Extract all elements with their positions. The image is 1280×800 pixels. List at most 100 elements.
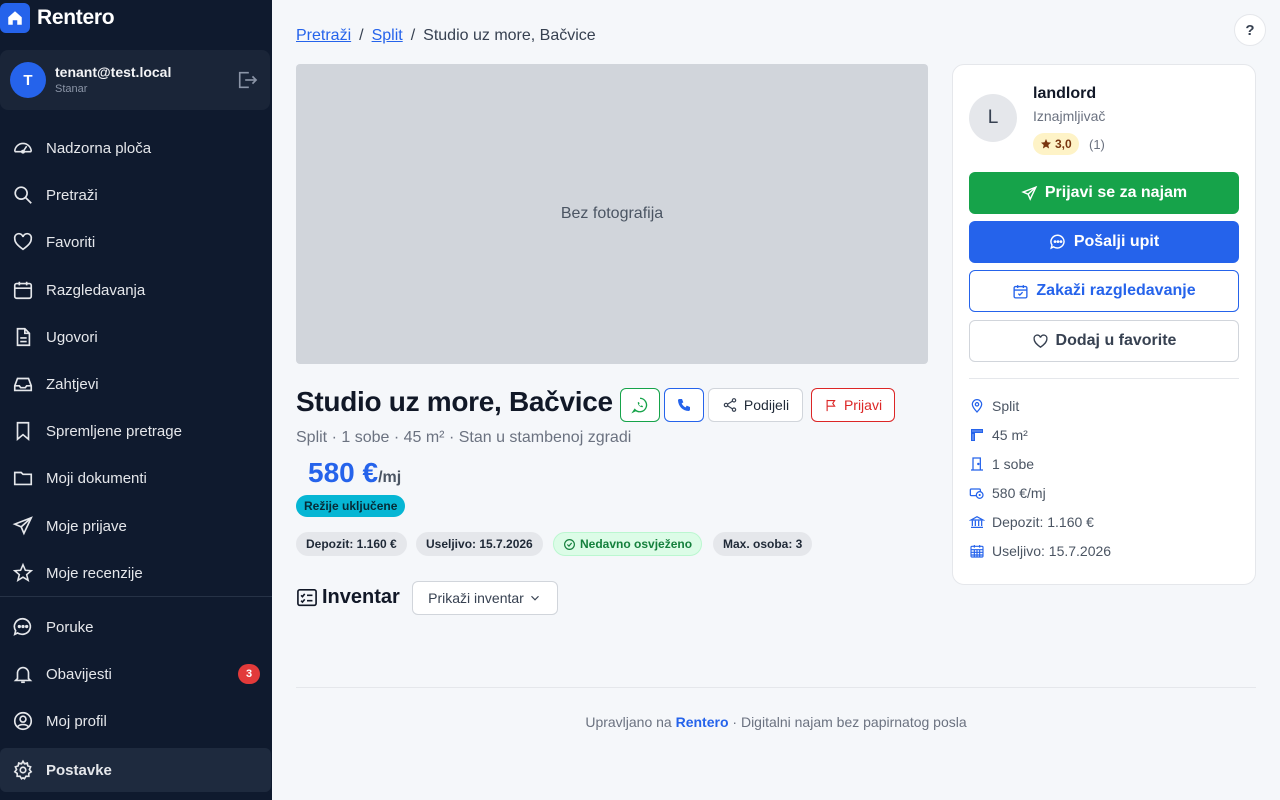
- deposit-chip: Depozit: 1.160 €: [296, 532, 407, 556]
- sidebar-item-label: Poruke: [46, 618, 94, 636]
- home-icon: [0, 3, 30, 33]
- apply-button[interactable]: Prijavi se za najam: [969, 172, 1239, 214]
- inbox-icon: [13, 377, 33, 392]
- sidebar-item-contracts[interactable]: Ugovori: [0, 317, 272, 357]
- breadcrumb-current: Studio uz more, Bačvice: [423, 27, 596, 44]
- document-icon: [16, 327, 31, 347]
- calendar-icon: [13, 281, 33, 300]
- landlord-name[interactable]: landlord: [1033, 85, 1096, 103]
- rating-count: (1): [1089, 137, 1105, 152]
- avatar: T: [10, 62, 46, 98]
- show-inventory-button[interactable]: Prikaži inventar: [412, 581, 558, 615]
- rating-value: 3,0: [1055, 137, 1072, 151]
- utilities-badge: Režije uključene: [296, 495, 406, 517]
- inventory-heading: Inventar: [296, 586, 400, 609]
- bell-icon: [13, 666, 33, 684]
- star-filled-icon: [1041, 139, 1051, 149]
- max-persons-chip: Max. osoba: 3: [713, 532, 813, 556]
- detail-rooms: 1 sobe: [969, 454, 1034, 474]
- sidebar-item-applications[interactable]: Moje prijave: [0, 506, 272, 546]
- footer-brand-link[interactable]: Rentero: [676, 714, 729, 730]
- report-label: Prijavi: [843, 397, 883, 413]
- footer-divider: [296, 687, 1256, 688]
- search-icon: [14, 186, 32, 204]
- phone-button[interactable]: [664, 388, 704, 422]
- price-unit: /mj: [378, 469, 402, 486]
- send-icon: [1021, 185, 1038, 201]
- inquiry-button[interactable]: Pošalji upit: [969, 221, 1239, 263]
- detail-deposit-value: Depozit: 1.160 €: [992, 514, 1094, 530]
- detail-price: 580 €/mj: [969, 483, 1046, 503]
- brand[interactable]: Rentero: [0, 2, 115, 34]
- price-value: 580 €: [308, 457, 379, 488]
- sidebar-item-label: Obavijesti: [46, 665, 112, 683]
- sidebar-item-requests[interactable]: Zahtjevi: [0, 364, 272, 404]
- schedule-viewing-button[interactable]: Zakaži razgledavanje: [969, 270, 1239, 312]
- logout-icon[interactable]: [236, 70, 258, 90]
- schedule-viewing-label: Zakaži razgledavanje: [1036, 282, 1196, 299]
- sidebar-item-viewings[interactable]: Razgledavanja: [0, 270, 272, 310]
- share-icon: [723, 398, 737, 412]
- send-icon: [12, 516, 33, 536]
- app-name: Rentero: [37, 6, 115, 29]
- refreshed-chip: Nedavno osvježeno: [553, 532, 703, 556]
- chevron-down-icon: [530, 595, 539, 601]
- sidebar-item-label: Favoriti: [46, 233, 96, 251]
- breadcrumb-city-link[interactable]: Split: [372, 27, 403, 45]
- sidebar-item-label: Moj profil: [46, 712, 107, 730]
- breadcrumb-separator: /: [410, 27, 416, 44]
- user-card: T tenant@test.local Stanar: [0, 50, 270, 110]
- sidebar-item-label: Nadzorna ploča: [46, 139, 152, 157]
- calendar-check-icon: [1013, 284, 1028, 299]
- sidebar-item-dashboard[interactable]: Nadzorna ploča: [0, 128, 272, 168]
- card-divider: [969, 378, 1239, 379]
- user-icon: [13, 711, 33, 731]
- sidebar-item-documents[interactable]: Moji dokumenti: [0, 458, 272, 498]
- listing-title: Studio uz more, Bačvice: [296, 386, 613, 417]
- chat-icon: [1050, 234, 1065, 250]
- heart-icon: [1032, 333, 1048, 348]
- detail-deposit: Depozit: 1.160 €: [969, 512, 1094, 532]
- inventory-title: Inventar: [322, 586, 400, 608]
- breadcrumb-search-link[interactable]: Pretraži: [296, 27, 351, 45]
- add-favorite-label: Dodaj u favorite: [1055, 332, 1177, 349]
- sidebar-item-label: Pretraži: [46, 186, 98, 204]
- listing-subtitle: Split · 1 sobe · 45 m² · Stan u stambeno…: [296, 429, 632, 446]
- sidebar: Rentero T tenant@test.local Stanar Nadzo…: [0, 0, 272, 800]
- flag-icon: [826, 399, 836, 411]
- sidebar-item-favorites[interactable]: Favoriti: [0, 222, 272, 262]
- sidebar-item-profile[interactable]: Moj profil: [0, 701, 272, 741]
- inquiry-label: Pošalji upit: [1073, 233, 1160, 250]
- sidebar-item-settings[interactable]: Postavke: [0, 748, 271, 792]
- chat-icon: [13, 617, 32, 636]
- landlord-role: Iznajmljivač: [1033, 108, 1106, 124]
- whatsapp-icon: [631, 397, 648, 414]
- sidebar-divider: [0, 596, 272, 597]
- sidebar-item-label: Razgledavanja: [46, 281, 146, 299]
- whatsapp-button[interactable]: [620, 388, 660, 422]
- money-icon: [969, 488, 984, 499]
- refreshed-label: Nedavno osvježeno: [580, 537, 693, 551]
- add-favorite-button[interactable]: Dodaj u favorite: [969, 320, 1239, 362]
- detail-rooms-value: 1 sobe: [992, 456, 1035, 472]
- footer: Upravljano na Rentero · Digitalni najam …: [296, 714, 1256, 730]
- checklist-icon: [297, 588, 317, 606]
- door-icon: [971, 457, 983, 471]
- sidebar-item-saved-searches[interactable]: Spremljene pretrage: [0, 411, 272, 451]
- landlord-card: L landlord Iznajmljivač 3,0 (1) Prijavi …: [952, 64, 1256, 585]
- share-button[interactable]: Podijeli: [708, 388, 803, 422]
- sidebar-item-label: Moji dokumenti: [46, 469, 147, 487]
- sidebar-item-label: Zahtjevi: [46, 375, 99, 393]
- heart-icon: [13, 232, 33, 251]
- user-email: tenant@test.local: [55, 64, 172, 80]
- sidebar-item-notifications[interactable]: Obavijesti 3: [0, 654, 272, 694]
- detail-available-value: Useljivo: 15.7.2026: [992, 543, 1112, 559]
- detail-price-value: 580 €/mj: [992, 485, 1046, 501]
- report-button[interactable]: Prijavi: [811, 388, 895, 422]
- sidebar-item-messages[interactable]: Poruke: [0, 607, 272, 647]
- sidebar-item-search[interactable]: Pretraži: [0, 175, 272, 215]
- sidebar-item-reviews[interactable]: Moje recenzije: [0, 553, 272, 593]
- calendar-grid-icon: [970, 545, 984, 558]
- help-button[interactable]: ?: [1234, 14, 1266, 46]
- sidebar-item-label: Postavke: [46, 761, 112, 779]
